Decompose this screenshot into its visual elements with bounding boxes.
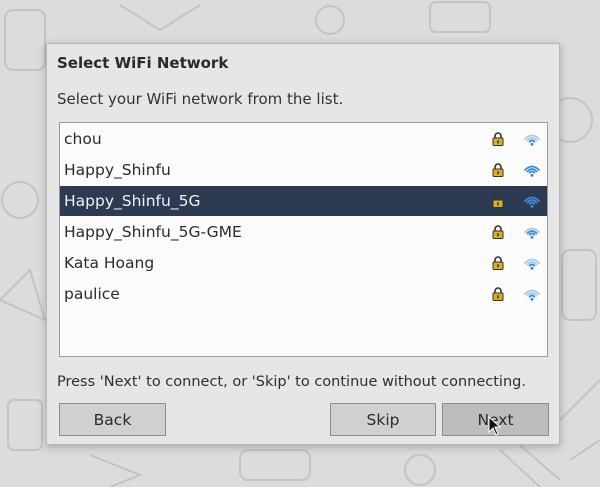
- wifi-signal-icon: [524, 258, 540, 270]
- wifi-signal-icon: [524, 134, 540, 146]
- padlock-icon: [492, 287, 504, 301]
- network-ssid: Happy_Shinfu: [64, 161, 171, 179]
- padlock-icon: [492, 256, 504, 270]
- dialog-title: Select WiFi Network: [57, 54, 229, 72]
- instruction-text: Press 'Next' to connect, or 'Skip' to co…: [57, 374, 526, 390]
- network-ssid: Kata Hoang: [64, 254, 155, 272]
- wifi-network-list[interactable]: chou Happy_Shinfu Happy_Shinfu_5G Happy_Shi…: [59, 122, 548, 357]
- wifi-network-row[interactable]: Happy_Shinfu_5G: [60, 186, 547, 216]
- wifi-setup-dialog: Select WiFi Network Select your WiFi net…: [46, 43, 560, 445]
- network-ssid: paulice: [64, 285, 120, 303]
- wifi-signal-icon: [524, 227, 540, 239]
- skip-button[interactable]: Skip: [330, 403, 436, 436]
- wifi-network-row[interactable]: chou: [60, 124, 547, 154]
- padlock-icon: [492, 163, 504, 177]
- back-button[interactable]: Back: [59, 403, 166, 436]
- wifi-network-row[interactable]: Happy_Shinfu_5G-GME: [60, 217, 547, 247]
- network-ssid: Happy_Shinfu_5G-GME: [64, 223, 242, 241]
- padlock-icon: [492, 225, 504, 239]
- wifi-network-row[interactable]: paulice: [60, 279, 547, 309]
- padlock-icon: [492, 194, 504, 208]
- wifi-network-row[interactable]: Kata Hoang: [60, 248, 547, 278]
- dialog-subtitle: Select your WiFi network from the list.: [57, 90, 344, 108]
- mouse-cursor-icon: [488, 416, 502, 436]
- network-ssid: Happy_Shinfu_5G: [64, 192, 201, 210]
- network-ssid: chou: [64, 130, 102, 148]
- wifi-network-row[interactable]: Happy_Shinfu: [60, 155, 547, 185]
- wifi-signal-icon: [524, 196, 540, 208]
- wifi-signal-icon: [524, 289, 540, 301]
- wifi-signal-icon: [524, 165, 540, 177]
- padlock-icon: [492, 132, 504, 146]
